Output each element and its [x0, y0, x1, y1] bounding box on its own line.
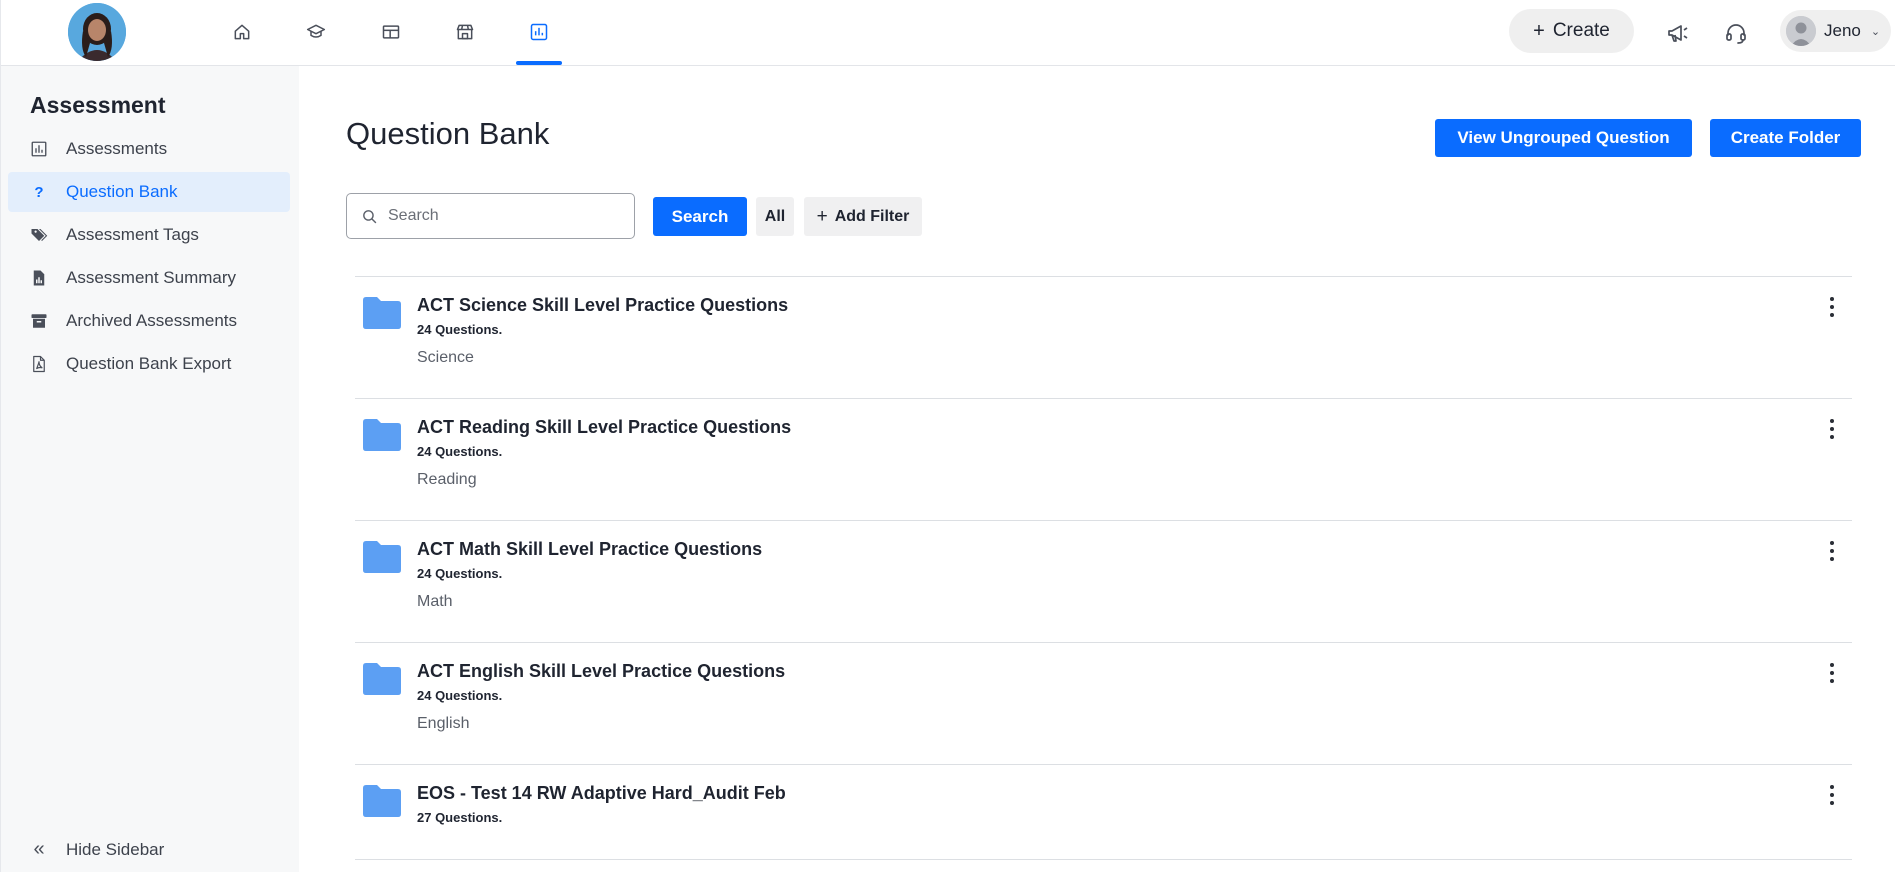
headset-icon[interactable]	[1721, 18, 1751, 48]
sidebar-item-label: Question Bank Export	[66, 354, 232, 373]
folder-icon	[363, 785, 401, 817]
sidebar-item-label: Assessment Tags	[66, 225, 199, 244]
report-icon	[29, 268, 49, 288]
add-filter-label: Add Filter	[834, 207, 910, 225]
folder-row[interactable]: ACT Science Skill Level Practice Questio…	[355, 276, 1852, 398]
bar-chart-icon	[29, 139, 49, 159]
folder-name[interactable]: EOS - Test 14 RW Adaptive Hard_Audit Feb	[417, 783, 786, 804]
more-options-icon[interactable]	[1820, 537, 1844, 565]
store-icon[interactable]	[447, 16, 483, 48]
more-options-icon[interactable]	[1820, 659, 1844, 687]
folder-question-count: 24 Questions.	[417, 566, 503, 581]
view-ungrouped-question-button[interactable]: View Ungrouped Question	[1435, 119, 1692, 157]
graduation-cap-icon[interactable]	[298, 16, 334, 48]
active-tab-indicator	[516, 61, 562, 65]
analytics-icon[interactable]	[521, 16, 557, 48]
folder-tag: Science	[417, 349, 474, 366]
create-label: Create	[1552, 20, 1610, 41]
double-chevron-left-icon: «	[33, 838, 45, 860]
folder-icon	[363, 541, 401, 573]
more-options-icon[interactable]	[1820, 293, 1844, 321]
sidebar-item-assessments[interactable]: Assessments	[8, 129, 290, 169]
folder-name[interactable]: ACT Math Skill Level Practice Questions	[417, 539, 762, 560]
user-avatar-icon	[1786, 16, 1816, 46]
more-options-icon[interactable]	[1820, 415, 1844, 443]
hide-sidebar-button[interactable]: « Hide Sidebar	[29, 838, 164, 861]
page-title: Question Bank	[346, 116, 550, 151]
sidebar: Assessment Assessments ? Question Bank A…	[1, 66, 299, 872]
sidebar-item-label: Assessment Summary	[66, 268, 237, 287]
search-field	[346, 193, 635, 239]
folder-tag: Reading	[417, 471, 477, 488]
sidebar-item-label: Archived Assessments	[66, 311, 238, 330]
sidebar-item-archived-assessments[interactable]: Archived Assessments	[8, 301, 290, 341]
folder-list: ACT Science Skill Level Practice Questio…	[355, 276, 1852, 860]
chevron-down-icon: ⌄	[1870, 25, 1881, 38]
pdf-file-icon	[29, 354, 49, 374]
folder-name[interactable]: ACT Reading Skill Level Practice Questio…	[417, 417, 791, 438]
home-icon[interactable]	[224, 16, 260, 48]
plus-icon: +	[1533, 19, 1545, 42]
sidebar-item-label: Assessments	[66, 139, 168, 158]
sidebar-item-question-bank[interactable]: ? Question Bank	[8, 172, 290, 212]
folder-tag: Math	[417, 593, 453, 610]
dashboard-icon[interactable]	[373, 16, 409, 48]
folder-icon	[363, 663, 401, 695]
search-icon	[363, 209, 377, 223]
folder-question-count: 24 Questions.	[417, 688, 503, 703]
search-input[interactable]	[388, 207, 618, 225]
sidebar-item-question-bank-export[interactable]: Question Bank Export	[8, 344, 290, 384]
sidebar-title: Assessment	[30, 92, 166, 118]
folder-row[interactable]: ACT English Skill Level Practice Questio…	[355, 642, 1852, 764]
sidebar-item-assessment-summary[interactable]: Assessment Summary	[8, 258, 290, 298]
sidebar-item-assessment-tags[interactable]: Assessment Tags	[8, 215, 290, 255]
folder-question-count: 27 Questions.	[417, 810, 503, 825]
user-name: Jeno	[1824, 21, 1861, 40]
folder-row[interactable]: EOS - Test 14 RW Adaptive Hard_Audit Feb…	[355, 764, 1852, 860]
plus-icon: +	[816, 205, 828, 227]
folder-icon	[363, 419, 401, 451]
more-options-icon[interactable]	[1820, 781, 1844, 809]
top-bar: + Create Jeno ⌄	[1, 0, 1895, 66]
app-root: + Create Jeno ⌄ Assessment Assessments ?	[0, 0, 1895, 872]
question-mark-icon: ?	[34, 183, 44, 201]
megaphone-icon[interactable]	[1663, 18, 1693, 48]
user-menu[interactable]: Jeno ⌄	[1780, 10, 1891, 52]
folder-tag: English	[417, 715, 470, 732]
folder-name[interactable]: ACT Science Skill Level Practice Questio…	[417, 295, 788, 316]
tags-icon	[29, 225, 49, 245]
hide-sidebar-label: Hide Sidebar	[66, 839, 165, 859]
create-folder-button[interactable]: Create Folder	[1710, 119, 1861, 157]
sidebar-item-label: Question Bank	[66, 182, 178, 201]
archive-icon	[29, 311, 49, 331]
folder-question-count: 24 Questions.	[417, 322, 503, 337]
folder-name[interactable]: ACT English Skill Level Practice Questio…	[417, 661, 785, 682]
search-button[interactable]: Search	[653, 197, 747, 236]
folder-icon	[363, 297, 401, 329]
folder-row[interactable]: ACT Math Skill Level Practice Questions …	[355, 520, 1852, 642]
add-filter-button[interactable]: + Add Filter	[804, 197, 922, 236]
profile-avatar[interactable]	[68, 3, 126, 61]
folder-row[interactable]: ACT Reading Skill Level Practice Questio…	[355, 398, 1852, 520]
all-filter-button[interactable]: All	[756, 197, 794, 236]
folder-question-count: 24 Questions.	[417, 444, 503, 459]
create-button[interactable]: + Create	[1509, 9, 1634, 53]
